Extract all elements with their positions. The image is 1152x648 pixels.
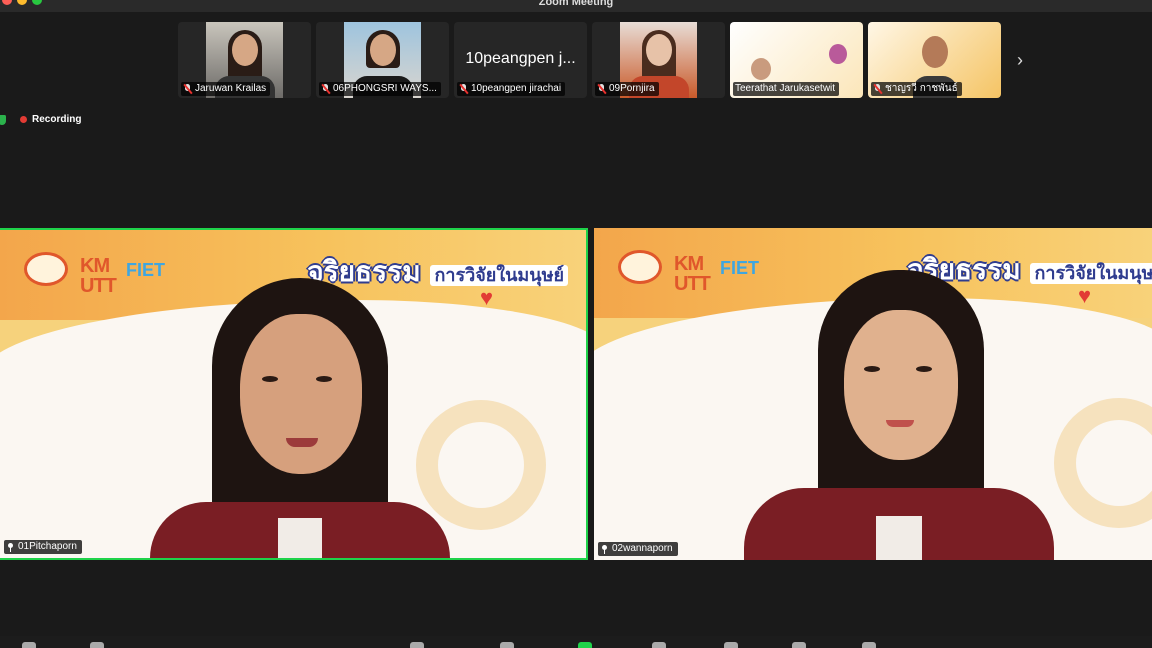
participant-name: 09Pornjira — [609, 83, 655, 94]
speaker-video — [150, 278, 450, 558]
window-title: Zoom Meeting — [538, 0, 614, 8]
speaker-name-tag: 01Pitchaporn — [4, 540, 82, 554]
speaker-name-tag: 02wannaporn — [598, 542, 678, 556]
reactions-button[interactable] — [724, 642, 738, 648]
title-bar: Zoom Meeting — [0, 0, 1152, 12]
participant-name-tag: ชาญรวี กาชพันธ์ — [871, 82, 962, 96]
participant-tile[interactable]: 10peangpen j... 10peangpen jirachai — [454, 22, 587, 98]
participant-name: 06PHONGSRI WAYS... — [333, 83, 437, 94]
speaker-video — [744, 270, 1054, 560]
chevron-right-icon[interactable]: › — [1008, 48, 1032, 72]
kmutt-logo: KM UTT — [674, 253, 711, 295]
share-screen-button[interactable] — [578, 642, 592, 648]
chat-button[interactable] — [500, 642, 514, 648]
participant-tile[interactable]: Jaruwan Krailas — [178, 22, 311, 98]
mic-muted-icon — [183, 84, 192, 94]
participant-name-placeholder: 10peangpen j... — [465, 50, 576, 67]
participant-tile[interactable]: ชาญรวี กาชพันธ์ — [868, 22, 1001, 98]
apps-button[interactable] — [792, 642, 806, 648]
pin-icon — [601, 544, 608, 554]
participant-name-tag: Jaruwan Krailas — [181, 82, 271, 96]
participant-name: Teerathat Jarukasetwit — [735, 83, 836, 94]
speaker-tile-active[interactable]: KM UTT FIET จริยธรรม การวิจัยในมนุษย์ ♥ 0… — [0, 228, 588, 560]
participant-tile[interactable]: Teerathat Jarukasetwit — [730, 22, 863, 98]
shield-icon — [0, 115, 6, 125]
speaker-tile[interactable]: KM UTT FIET จริยธรรม การวิจัยในมนุษย์ ♥ 0… — [594, 228, 1152, 560]
video-button[interactable] — [90, 642, 104, 648]
mic-muted-icon — [597, 84, 606, 94]
pin-icon — [7, 542, 14, 552]
kmutt-logo: KM UTT — [80, 255, 117, 297]
participant-gallery-strip: Jaruwan Krailas 06PHONGSRI WAYS... 10pea… — [178, 22, 1001, 98]
participant-name: 10peangpen jirachai — [471, 83, 562, 94]
meeting-toolbar — [0, 636, 1152, 648]
mic-muted-icon — [321, 84, 330, 94]
mute-button[interactable] — [22, 642, 36, 648]
participant-tile[interactable]: 06PHONGSRI WAYS... — [316, 22, 449, 98]
speaker-name: 02wannaporn — [612, 543, 673, 554]
recording-label: Recording — [32, 114, 82, 125]
participants-button[interactable] — [410, 642, 424, 648]
participant-tile[interactable]: 09Pornjira — [592, 22, 725, 98]
record-button[interactable] — [652, 642, 666, 648]
heart-icon: ♥ — [480, 285, 494, 310]
participant-name-tag: Teerathat Jarukasetwit — [733, 82, 840, 96]
speaker-name: 01Pitchaporn — [18, 541, 77, 552]
participant-name: Jaruwan Krailas — [195, 83, 267, 94]
record-dot-icon — [20, 116, 27, 123]
participant-name: ชาญรวี กาชพันธ์ — [885, 83, 958, 94]
heart-icon: ♥ — [1078, 283, 1092, 308]
more-button[interactable] — [862, 642, 876, 648]
ethics-logo-icon — [24, 252, 68, 286]
participant-name-tag: 09Pornjira — [595, 82, 659, 96]
participant-name-tag: 10peangpen jirachai — [457, 82, 566, 96]
ethics-logo-icon — [618, 250, 662, 284]
mic-muted-icon — [459, 84, 468, 94]
participant-name-tag: 06PHONGSRI WAYS... — [319, 82, 441, 96]
recording-indicator[interactable]: Recording — [20, 114, 81, 125]
mic-muted-icon — [873, 84, 882, 94]
